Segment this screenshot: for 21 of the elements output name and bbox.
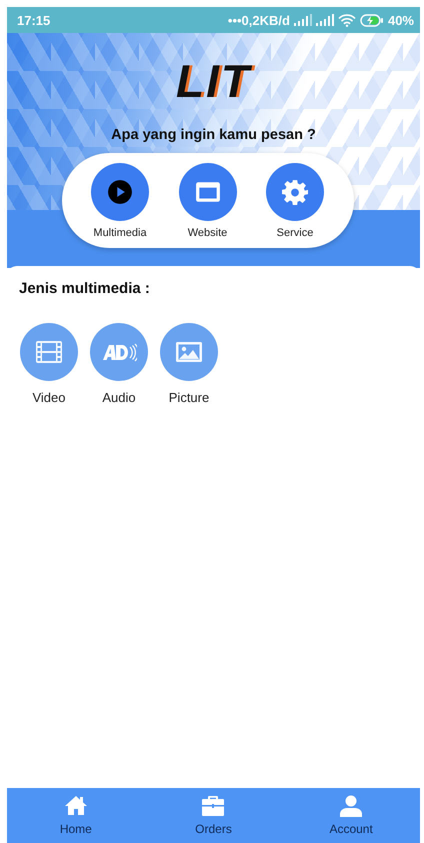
play-icon <box>107 178 133 204</box>
image-icon <box>175 340 203 364</box>
audio-description-icon <box>101 342 137 362</box>
battery-level: 40% <box>388 12 414 28</box>
question-text: Apa yang ingin kamu pesan ? <box>111 127 316 143</box>
film-icon <box>35 340 63 364</box>
status-time: 17:15 <box>17 12 50 28</box>
network-speed: •••0,2KB/d <box>228 12 290 28</box>
nav-tab[interactable]: Home <box>30 788 121 843</box>
person-icon <box>339 794 364 818</box>
nav-tab[interactable]: Orders <box>168 788 258 843</box>
nav-tab[interactable]: Account <box>306 788 396 843</box>
signal-icon <box>294 14 312 26</box>
briefcase-icon <box>201 794 226 818</box>
wifi-icon <box>338 14 356 26</box>
section-title: Jenis multimedia : <box>19 280 151 297</box>
gear-icon <box>282 178 308 204</box>
battery-icon <box>360 14 384 26</box>
signal-icon <box>316 14 334 26</box>
home-icon <box>64 794 88 818</box>
logo: LIT <box>176 54 251 109</box>
